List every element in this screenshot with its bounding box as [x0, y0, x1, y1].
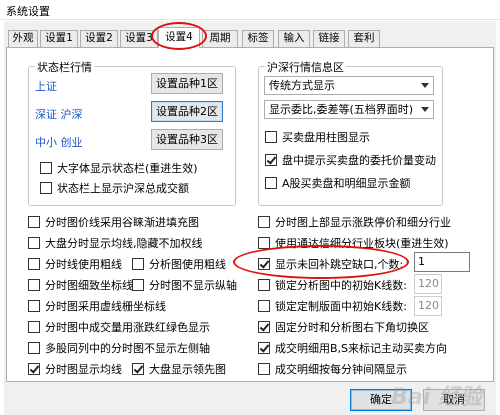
checkbox-box: [132, 258, 144, 270]
hide-vertical-axis-checkbox[interactable]: 分时图不显示纵轴: [132, 279, 237, 293]
checkbox-box: [28, 258, 40, 270]
checkbox-box: [132, 279, 144, 291]
lock-analysis-k-checkbox[interactable]: 锁定分析图中的初始K线数:: [258, 279, 407, 293]
bs-mark-checkbox[interactable]: 成交明细用B,S来标记主动买卖方向: [258, 342, 447, 356]
checkbox-box: [265, 177, 277, 189]
set-zone2-button[interactable]: 设置品种2区: [151, 101, 223, 122]
tab-settings-4[interactable]: 设置4: [158, 27, 200, 48]
tab-settings-1[interactable]: 设置1: [40, 30, 78, 47]
market-label-sz: 深证 沪深: [35, 108, 83, 121]
bid-ask-bar-checkbox[interactable]: 买卖盘用柱图显示: [265, 131, 370, 145]
tab-input[interactable]: 输入: [278, 30, 310, 47]
checkbox-box-checked: [132, 363, 144, 375]
checkbox-box: [258, 237, 270, 249]
tab-period[interactable]: 周期: [202, 30, 238, 47]
minute-interval-checkbox[interactable]: 成交明细按每分钟间隔显示: [258, 363, 407, 377]
index-avg-line-checkbox[interactable]: 大盘分时显示均线,隐藏不加权线: [28, 237, 203, 251]
lock-custom-k-checkbox[interactable]: 锁定定制版面中初始K线数:: [258, 300, 407, 314]
set-zone3-button[interactable]: 设置品种3区: [151, 129, 223, 150]
tab-labels[interactable]: 标签: [242, 30, 274, 47]
tdx-industry-checkbox[interactable]: 使用通达信细分行业板块(重进生效): [258, 237, 449, 251]
tab-links[interactable]: 链接: [313, 30, 345, 47]
checkbox-box: [258, 216, 270, 228]
settings4-content: 状态栏行情 上证 设置品种1区 深证 沪深 设置品种2区 中小 创业 设置品种3…: [6, 47, 494, 382]
checkbox-box: [40, 182, 52, 194]
tab-settings-2[interactable]: 设置2: [80, 30, 118, 47]
checkbox-box: [258, 279, 270, 291]
status-bar-group-title: 状态栏行情: [35, 59, 94, 75]
checkbox-box-checked: [258, 258, 270, 270]
volume-color-checkbox[interactable]: 分时图中成交量用涨跌红绿色显示: [28, 321, 210, 335]
checkbox-box: [258, 363, 270, 375]
tick-thick-line-checkbox[interactable]: 分时线使用粗线: [28, 258, 122, 272]
market-label-sme: 中小 创业: [35, 136, 83, 149]
checkbox-box: [28, 321, 40, 333]
tab-arbitrage[interactable]: 套利: [348, 30, 380, 47]
tab-appearance[interactable]: 外观: [8, 30, 38, 47]
limit-price-industry-checkbox[interactable]: 分时图上部显示涨跌停价和细分行业: [258, 216, 451, 230]
show-avg-line-checkbox[interactable]: 分时图显示均线: [28, 363, 122, 377]
set-zone1-button[interactable]: 设置品种1区: [151, 73, 223, 94]
checkbox-box: [28, 342, 40, 354]
checkbox-box-checked: [258, 342, 270, 354]
window-titlebar: 系统设置: [0, 0, 500, 20]
checkbox-box: [28, 237, 40, 249]
checkbox-box-checked: [258, 321, 270, 333]
tab-settings-3[interactable]: 设置3: [120, 30, 158, 47]
checkbox-box: [28, 279, 40, 291]
large-font-status-checkbox[interactable]: 大字体显示状态栏(重进生效): [40, 162, 198, 176]
order-change-prompt-checkbox[interactable]: 盘中提示买卖盘的委托价量变动: [265, 154, 436, 168]
gap-count-input[interactable]: 1: [414, 252, 470, 272]
amount-display-checkbox[interactable]: A股买卖盘和明细显示金额: [265, 177, 411, 191]
dashed-grid-checkbox[interactable]: 分时图采用虚线栅坐标线: [28, 300, 166, 314]
deep-quote-group: 沪深行情信息区 传统方式显示 显示委比,委差等(五档界面时) 买卖盘用柱图显示 …: [258, 59, 443, 206]
analysis-thick-line-checkbox[interactable]: 分析图使用粗线: [132, 258, 226, 272]
fine-axis-checkbox[interactable]: 分时图细致坐标线: [28, 279, 133, 293]
checkbox-box-checked: [265, 154, 277, 166]
watermark-logo: Bai 经验: [391, 385, 482, 410]
deep-quote-group-title: 沪深行情信息区: [265, 59, 346, 75]
settings-dialog: 外观 设置1 设置2 设置3 设置4 周期 标签 输入 链接 套利 状态栏行情 …: [4, 21, 496, 415]
leading-chart-checkbox[interactable]: 大盘显示领先图: [132, 363, 226, 377]
checkbox-box: [258, 300, 270, 312]
custom-k-count-input[interactable]: 120: [414, 296, 442, 316]
checkbox-box-checked: [28, 363, 40, 375]
checkbox-box: [265, 131, 277, 143]
market-label-sh: 上证: [35, 80, 57, 93]
hide-left-axis-checkbox[interactable]: 多股同列中的分时图不显示左侧轴: [28, 342, 210, 356]
checkbox-box: [28, 300, 40, 312]
checkbox-box: [40, 162, 52, 174]
tab-strip: 外观 设置1 设置2 设置3 设置4 周期 标签 输入 链接 套利: [4, 27, 496, 48]
chevron-down-icon: [421, 83, 429, 88]
fixed-switch-area-checkbox[interactable]: 固定分时和分析图右下角切换区: [258, 321, 429, 335]
gradient-fill-checkbox[interactable]: 分时图价线采用谷睐渐进填充图: [28, 216, 199, 230]
chevron-down-icon: [421, 107, 429, 112]
order-ratio-select[interactable]: 显示委比,委差等(五档界面时): [264, 100, 434, 119]
gap-display-checkbox[interactable]: 显示未回补跳空缺口,个数:: [258, 258, 403, 272]
display-mode-select[interactable]: 传统方式显示: [264, 76, 434, 95]
checkbox-box: [28, 216, 40, 228]
analysis-k-count-input[interactable]: 120: [414, 274, 442, 294]
window-title: 系统设置: [6, 5, 50, 18]
status-bar-group: 状态栏行情 上证 设置品种1区 深证 沪深 设置品种2区 中小 创业 设置品种3…: [28, 59, 236, 206]
show-total-volume-checkbox[interactable]: 状态栏上显示沪深总成交额: [40, 182, 189, 196]
